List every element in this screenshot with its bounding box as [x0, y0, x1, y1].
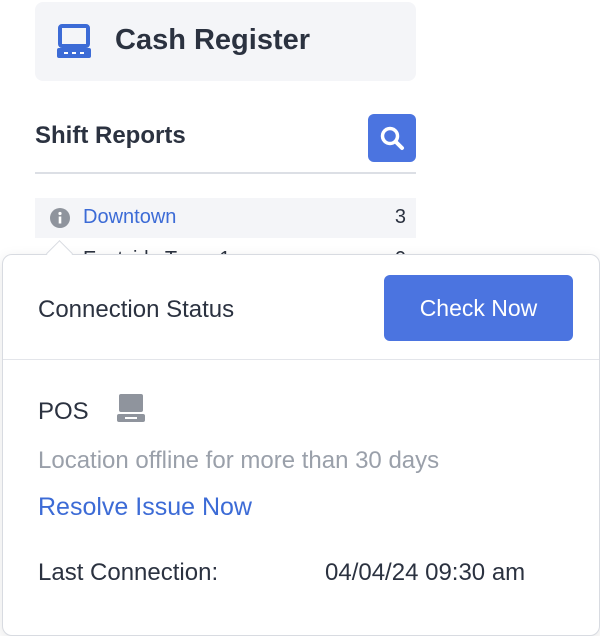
- last-connection-label: Last Connection:: [38, 559, 219, 586]
- search-icon: [380, 126, 404, 150]
- device-label: POS: [38, 398, 89, 425]
- cash-register-icon: [57, 24, 91, 58]
- popover-title: Connection Status: [38, 296, 235, 323]
- section-title: Shift Reports: [35, 122, 186, 149]
- list-item[interactable]: Downtown 3: [35, 198, 416, 238]
- terminal-icon: [117, 394, 145, 422]
- list-item-count: 3: [394, 206, 406, 228]
- last-connection-value: 04/04/24 09:30 am: [325, 559, 526, 586]
- connection-status-popover: Connection Status Check Now POS Location…: [2, 254, 600, 636]
- search-button[interactable]: [368, 114, 416, 162]
- info-icon: [50, 208, 70, 228]
- app-title: Cash Register: [115, 24, 311, 56]
- list-item-label[interactable]: Downtown: [83, 206, 176, 229]
- section-divider: [35, 172, 416, 174]
- status-message: Location offline for more than 30 days: [38, 447, 440, 474]
- resolve-issue-link[interactable]: Resolve Issue Now: [38, 493, 252, 522]
- popover-divider: [3, 359, 599, 360]
- app-header: Cash Register: [35, 2, 416, 81]
- check-now-button[interactable]: Check Now: [384, 275, 573, 341]
